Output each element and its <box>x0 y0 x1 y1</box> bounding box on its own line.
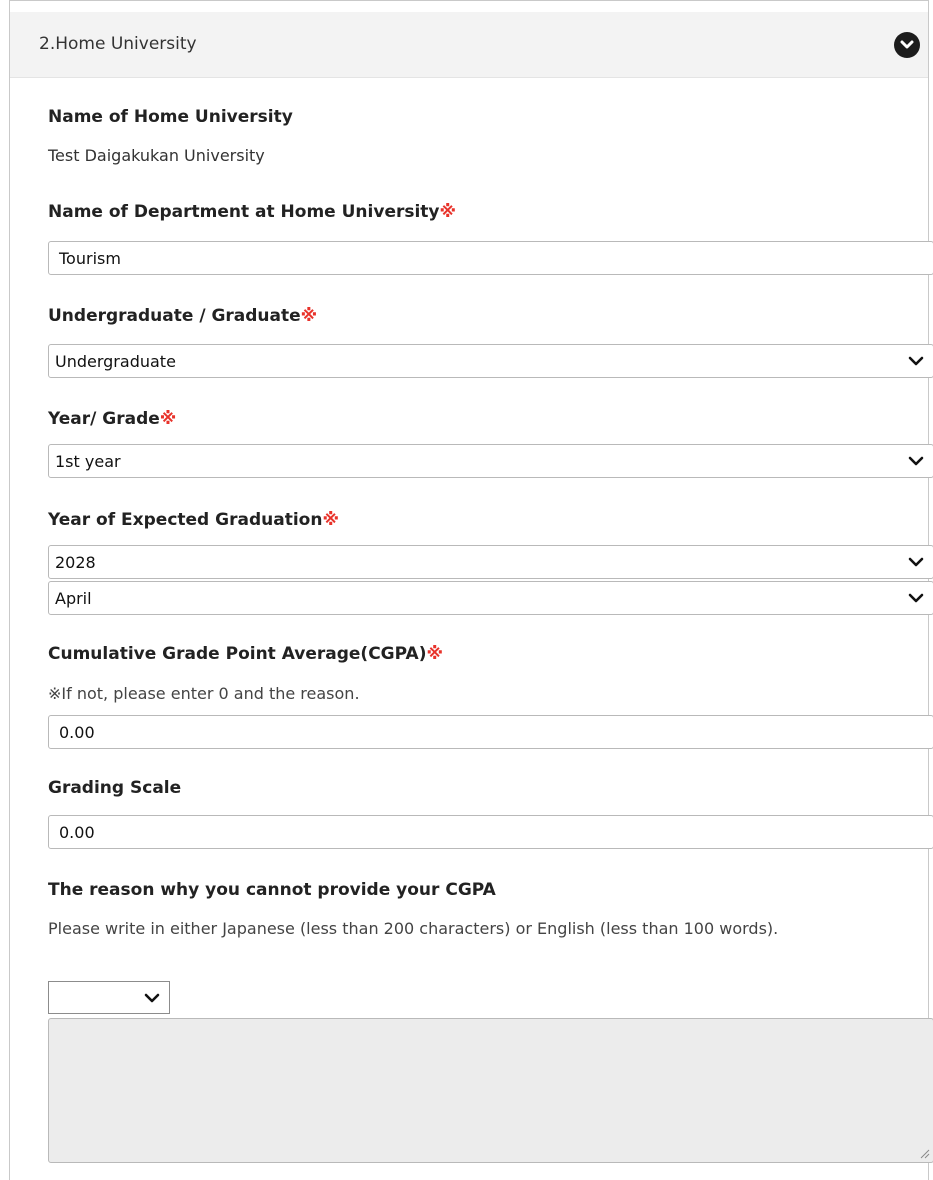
cgpa-note: ※If not, please enter 0 and the reason. <box>48 684 360 703</box>
home-university-label: Name of Home University <box>48 107 293 127</box>
chevron-down-icon <box>908 356 924 366</box>
home-university-panel: 2.Home University Name of Home Universit… <box>9 0 933 1180</box>
required-mark: ※ <box>426 644 443 664</box>
cgpa-input[interactable]: 0.00 <box>48 715 933 749</box>
home-university-value: Test Daigakukan University <box>48 146 265 165</box>
level-select[interactable]: Undergraduate <box>48 344 933 378</box>
panel-header[interactable]: 2.Home University <box>10 12 928 78</box>
chevron-down-icon <box>144 993 160 1002</box>
reason-language-select[interactable] <box>48 981 170 1014</box>
year-grade-label: Year/ Grade※ <box>48 409 177 429</box>
required-mark: ※ <box>159 409 177 429</box>
required-mark: ※ <box>439 202 457 222</box>
grading-scale-input[interactable]: 0.00 <box>48 815 933 849</box>
graduation-month-select[interactable]: April <box>48 581 933 615</box>
cgpa-reason-label: The reason why you cannot provide your C… <box>48 880 496 900</box>
section-title: 2.Home University <box>39 34 197 54</box>
chevron-down-icon <box>908 456 924 466</box>
chevron-down-circle-icon[interactable] <box>894 32 920 58</box>
cgpa-label: Cumulative Grade Point Average(CGPA)※ <box>48 644 443 664</box>
required-mark: ※ <box>322 510 339 530</box>
expected-graduation-label: Year of Expected Graduation※ <box>48 510 339 530</box>
cgpa-reason-note: Please write in either Japanese (less th… <box>48 919 779 938</box>
chevron-down-icon <box>908 593 924 603</box>
grading-scale-label: Grading Scale <box>48 778 182 798</box>
chevron-down-icon <box>908 557 924 567</box>
level-label: Undergraduate / Graduate※ <box>48 306 318 326</box>
year-grade-select[interactable]: 1st year <box>48 444 933 478</box>
graduation-year-select[interactable]: 2028 <box>48 545 933 579</box>
resize-grip-icon[interactable] <box>918 1147 930 1159</box>
department-label: Name of Department at Home University※ <box>48 202 457 222</box>
chevron-down-icon <box>900 40 914 49</box>
department-input[interactable]: Tourism <box>48 241 933 275</box>
cgpa-reason-textarea[interactable] <box>48 1018 933 1163</box>
required-mark: ※ <box>300 306 318 326</box>
